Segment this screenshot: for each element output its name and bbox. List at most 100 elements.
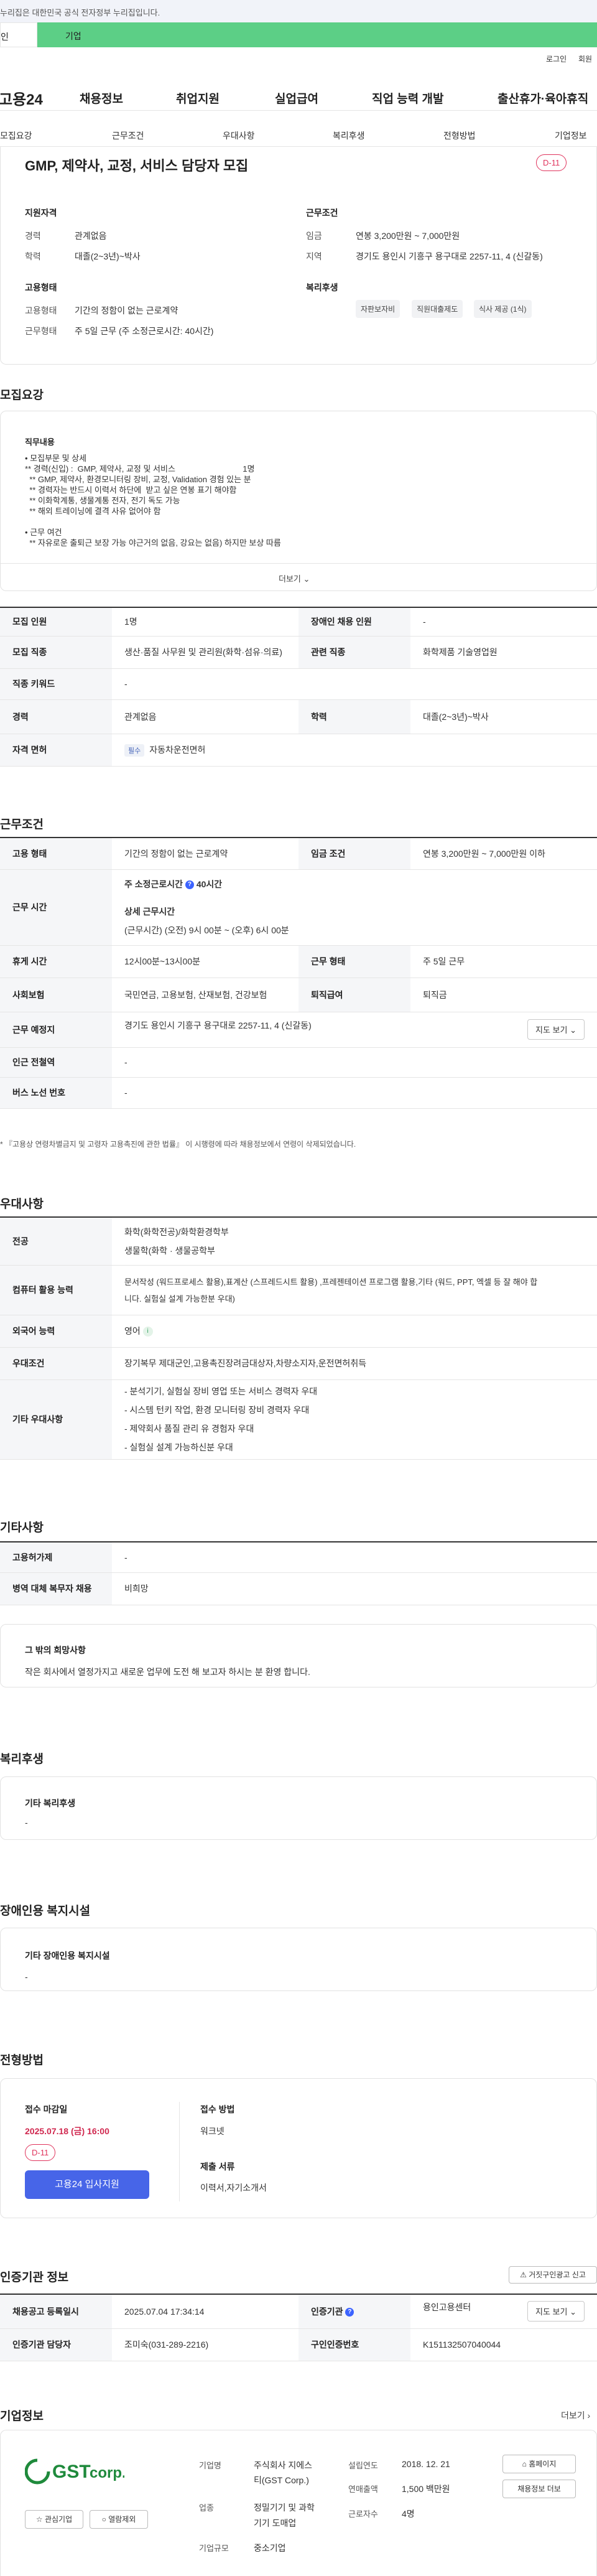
cond-wage-label: 임금 [306, 231, 322, 241]
info-icon[interactable]: i [142, 1327, 153, 1337]
table-cell: 영어 i [112, 1315, 597, 1348]
dday-badge: D-11 [25, 2144, 56, 2161]
exclude-label: 열람제외 [108, 2515, 136, 2524]
employees-value: 4명 [402, 2509, 415, 2519]
disab-sub: 기타 장애인용 복지시설 [25, 1951, 110, 1961]
job-description-line: ** 자유로운 출퇴근 보장 가능 야근거의 없음, 강요는 없음) 하지만 보… [25, 538, 281, 548]
anchor-company[interactable]: 기업정보 [555, 129, 587, 142]
job-description-line: ** 경력(신입) : GMP, 제약사, 교정 및 서비스 1명 [25, 464, 255, 474]
site-logo[interactable]: 고용24 [0, 87, 43, 109]
detail-anchor-nav: 모집요강 근무조건 우대사항 복리후생 전형방법 기업정보 [0, 122, 597, 147]
anchor-selection[interactable]: 전형방법 [443, 129, 476, 142]
welfare-card [0, 1776, 597, 1840]
exclude-company-button[interactable]: ○ 열람제외 [90, 2510, 148, 2529]
etc-heading: 기타사항 [0, 1521, 44, 1534]
table-cell: 12시00분~13시00분 [112, 945, 298, 978]
job-description-line: ** 이화학계통, 생물계통 전자, 전기 독도 가능 [25, 496, 180, 505]
table-header-cell: 관련 직종 [298, 636, 410, 669]
login-link[interactable]: 로그인 [546, 54, 567, 64]
warning-icon: ⚠ [520, 2270, 527, 2279]
docs-label: 제출 서류 [200, 2162, 235, 2172]
founded-label: 설립연도 [348, 2461, 378, 2470]
table-row: 우대조건 장기복무 제대군인,고용촉진장려금대상자,차량소지자,운전면허취득 [0, 1347, 597, 1380]
favorite-company-button[interactable]: ☆ 관심기업 [25, 2510, 83, 2529]
table-row: 휴게 시간 12시00분~13시00분 근무 형태 주 5일 근무 [0, 945, 597, 978]
homepage-label: 홈페이지 [529, 2460, 557, 2468]
welfare-heading: 복리후생 [306, 282, 338, 292]
chevron-right-icon: › [587, 2410, 591, 2420]
table-header-cell: 근무 시간 [0, 869, 112, 946]
table-row: 고용 형태 기간의 정함이 없는 근로계약 임금 조건 연봉 3,200만원 ~… [0, 838, 597, 870]
favorite-label: 관심기업 [44, 2515, 73, 2524]
table-header-cell: 휴게 시간 [0, 945, 112, 978]
gnb-item-unemployment[interactable]: 실업급여 [275, 90, 318, 106]
table-cell: 화학(화학전공)/화학환경학부 생물학(화학 · 생물공학부 [112, 1218, 597, 1266]
docs-value: 이력서,자기소개서 [200, 2183, 267, 2193]
gnb-item-employment-support[interactable]: 취업지원 [176, 90, 220, 106]
anchor-work[interactable]: 근무조건 [112, 129, 144, 142]
info-icon[interactable]: ? [185, 880, 194, 890]
anchor-recruit[interactable]: 모집요강 [0, 129, 32, 142]
table-cell: - [112, 1542, 597, 1573]
homepage-button[interactable]: ⌂ 홈페이지 [502, 2455, 576, 2473]
emp-heading: 고용형태 [25, 282, 57, 292]
table-row: 인증기관 담당자 조미숙(031-289-2216) 구인인증번호 K15113… [0, 2328, 597, 2361]
disab-value: - [25, 1972, 28, 1982]
select-heading: 전형방법 [0, 2054, 44, 2067]
table-cell: - 분석기기, 실험실 장비 영업 또는 서비스 경력자 우대 - 시스템 턴키… [112, 1379, 597, 1460]
more-button[interactable]: 더보기 ⌄ [279, 572, 310, 584]
required-tag: 필수 [124, 744, 145, 757]
table-header-cell: 사회보험 [0, 978, 112, 1012]
gnb-item-jobs[interactable]: 채용정보 [80, 90, 123, 106]
job-description-line: ** GMP, 제약사, 환경모니터링 장비, 교정, Validation 경… [25, 475, 251, 484]
table-cell: 경기도 용인시 기흥구 용구대로 2257-11, 4 (신갈동) 지도 보기 … [112, 1012, 597, 1048]
info-icon[interactable]: ? [345, 2308, 354, 2317]
table-row: 근무 시간 주 소정근로시간 ? 40시간 상세 근무시간 (근무시간) (오전… [0, 869, 597, 946]
anchor-welfare[interactable]: 복리후생 [333, 129, 365, 142]
gnb-item-training[interactable]: 직업 능력 개발 [372, 90, 443, 106]
table-header-cell: 고용허가제 [0, 1542, 112, 1573]
table-header-cell: 모집 인원 [0, 608, 112, 637]
gnb-item-parental-leave[interactable]: 출산휴가·육아휴직 [497, 90, 588, 106]
table-cell: 연봉 3,200만원 ~ 7,000만원 이하 [410, 838, 597, 870]
table-header-cell: 외국어 능력 [0, 1315, 112, 1348]
divider [1, 563, 596, 564]
sales-label: 연매출액 [348, 2485, 378, 2494]
tab-company[interactable]: 기업 [37, 22, 597, 47]
industry-line: 기기 도매업 [254, 2518, 297, 2528]
logo-sub-text: corp. [90, 2465, 124, 2481]
work-table: 고용 형태 기간의 정함이 없는 근로계약 임금 조건 연봉 3,200만원 ~… [0, 838, 597, 1109]
tab-person[interactable]: 인 [0, 22, 37, 47]
map-button[interactable]: 지도 보기 ⌄ [527, 2301, 585, 2322]
table-cell: 조미숙(031-289-2216) [112, 2328, 298, 2361]
weekly-hours: 주 소정근로시간 ? 40시간 [124, 878, 585, 890]
star-icon: ☆ [35, 2515, 43, 2524]
detail-hours-label: 상세 근무시간 [124, 907, 175, 917]
logo-ring-gap [37, 2458, 50, 2472]
dday-badge: D-11 [536, 154, 567, 171]
table-header-cell: 장애인 채용 인원 [298, 608, 410, 637]
company-jobs-button[interactable]: 채용정보 더보 [502, 2480, 576, 2498]
job-description-line: ** 경력자는 반드시 이력서 하단에 받고 싶은 연봉 표기 해야함 [25, 485, 237, 495]
apply-button[interactable]: 고용24 입사지원 [25, 2170, 149, 2199]
anchor-pref[interactable]: 우대사항 [223, 129, 255, 142]
map-button[interactable]: 지도 보기 ⌄ [527, 1019, 585, 1040]
divider [179, 2102, 180, 2201]
pref-item: - 시스템 턴키 작업, 환경 모니터링 장비 경력자 우대 [124, 1405, 310, 1415]
table-cell: 비희망 [112, 1572, 597, 1605]
pref-table: 전공 화학(화학전공)/화학환경학부 생물학(화학 · 생물공학부 컴퓨터 활용… [0, 1218, 597, 1460]
job-description-line: • 모집부문 및 상세 [25, 454, 87, 463]
table-header-cell: 자격 면허 [0, 734, 112, 767]
report-button[interactable]: ⚠ 거짓구인광고 신고 [509, 2266, 597, 2284]
cert-table: 채용공고 등록일시 2025.07.04 17:34:14 인증기관 ? 용인고… [0, 2295, 597, 2361]
age-notice: * 『고용상 연령차별금지 및 고령자 고용촉진에 관한 법률』 이 시행령에 … [0, 1140, 356, 1149]
cond-region-value: 경기도 용인시 기흥구 용구대로 2257-11, 4 (신갈동) [356, 251, 543, 261]
global-nav: 고용24 채용정보 취업지원 실업급여 직업 능력 개발 출산휴가·육아휴직 [0, 83, 597, 111]
join-link[interactable]: 회원 [578, 54, 592, 64]
license-value: 자동차운전면허 [149, 744, 206, 755]
table-cell: 1명 [112, 608, 298, 637]
gov-notice-text: 누리집은 대한민국 공식 전자정부 누리집입니다. [0, 8, 160, 17]
company-size-value: 중소기업 [254, 2543, 286, 2553]
logo-text: GST [52, 2462, 91, 2482]
company-more-link[interactable]: 더보기 › [561, 2409, 590, 2422]
